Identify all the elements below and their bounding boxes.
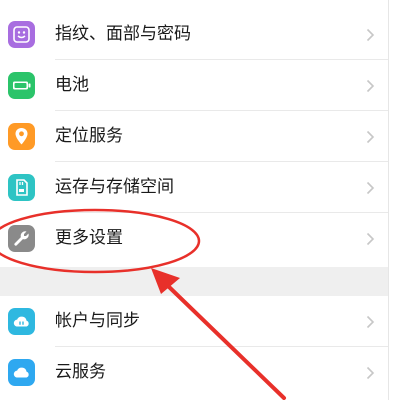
settings-item-label: 运存与存储空间 bbox=[55, 177, 174, 197]
settings-item-account-sync[interactable]: 帐户与同步 bbox=[0, 296, 388, 347]
chevron-right-icon bbox=[366, 232, 375, 246]
battery-icon bbox=[8, 72, 35, 99]
storage-sd-icon bbox=[8, 174, 35, 201]
settings-item-label: 云服务 bbox=[55, 362, 106, 382]
settings-item-battery[interactable]: 电池 bbox=[0, 60, 388, 111]
chevron-right-icon bbox=[366, 79, 375, 93]
chevron-right-icon bbox=[366, 315, 375, 329]
settings-item-location-services[interactable]: 定位服务 bbox=[0, 111, 388, 162]
settings-item-label: 电池 bbox=[55, 75, 89, 95]
chevron-right-icon bbox=[366, 28, 375, 42]
settings-item-label: 指纹、面部与密码 bbox=[55, 24, 191, 44]
location-pin-icon bbox=[8, 123, 35, 150]
wrench-icon bbox=[8, 225, 35, 252]
settings-item-ram-storage[interactable]: 运存与存储空间 bbox=[0, 162, 388, 213]
settings-item-label: 定位服务 bbox=[55, 126, 123, 146]
chevron-right-icon bbox=[366, 366, 375, 380]
cloud-icon bbox=[8, 359, 35, 386]
account-sync-icon bbox=[8, 308, 35, 335]
chevron-right-icon bbox=[366, 130, 375, 144]
settings-screen: 指纹、面部与密码 电池 定位服务 运存与存储空间 更多设置 帐户与同步 云服务 bbox=[0, 0, 400, 400]
fingerprint-face-icon bbox=[8, 21, 35, 48]
section-separator bbox=[0, 267, 388, 296]
settings-item-cloud-service[interactable]: 云服务 bbox=[0, 347, 388, 398]
chevron-right-icon bbox=[366, 181, 375, 195]
settings-item-more-settings[interactable]: 更多设置 bbox=[0, 213, 388, 264]
scroll-edge bbox=[388, 0, 400, 400]
settings-item-label: 帐户与同步 bbox=[55, 311, 140, 331]
settings-item-fingerprint-face-password[interactable]: 指纹、面部与密码 bbox=[0, 9, 388, 60]
settings-item-label: 更多设置 bbox=[55, 228, 123, 248]
